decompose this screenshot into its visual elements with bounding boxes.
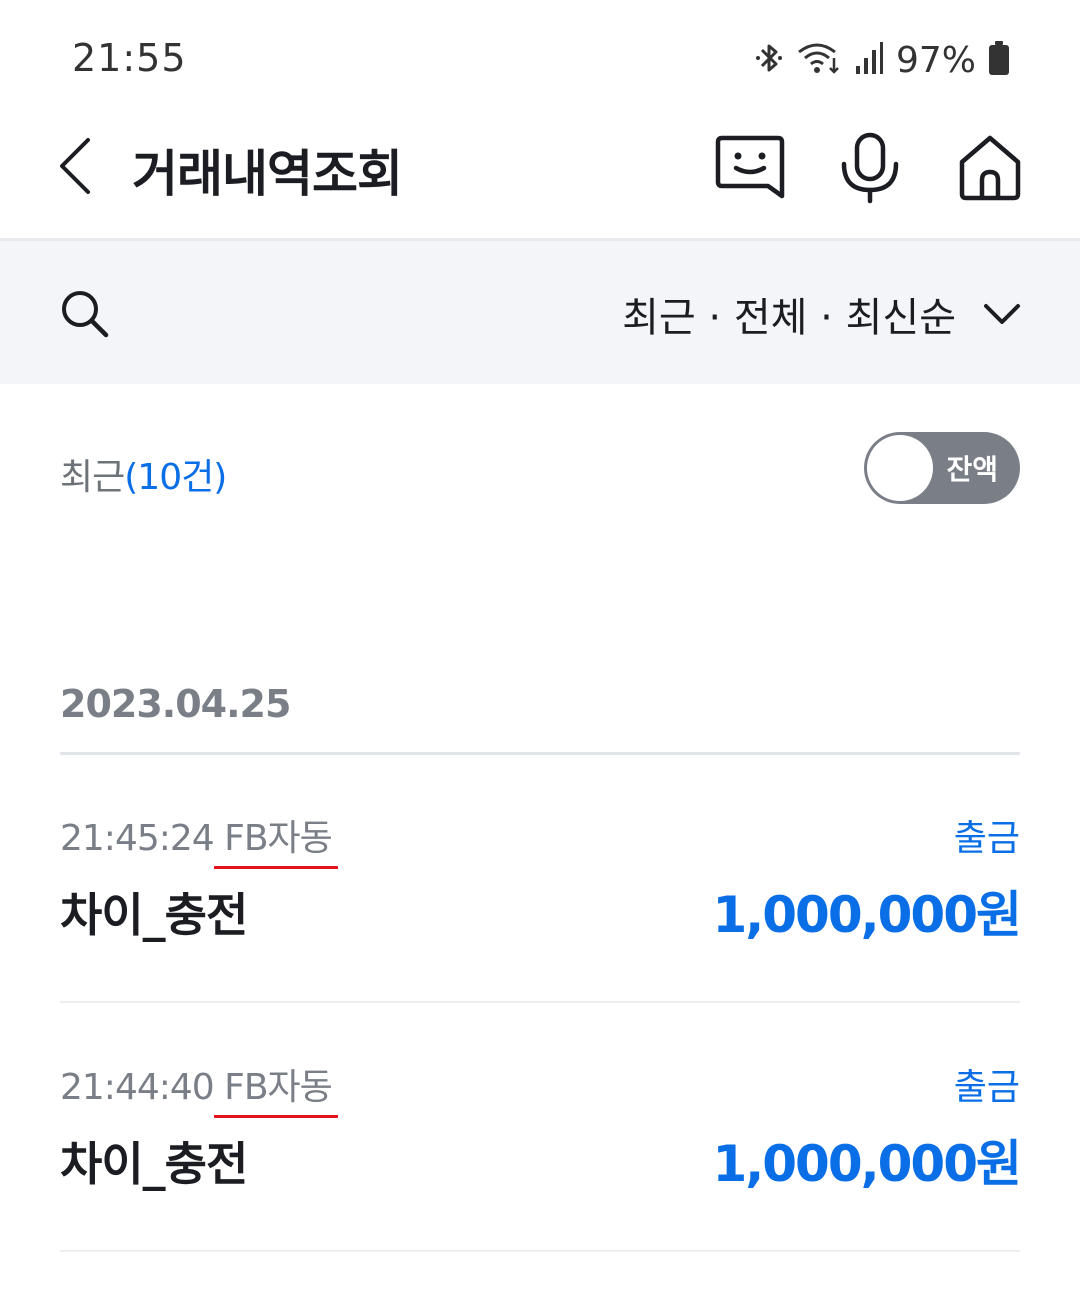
summary-count: (10건) (124, 457, 227, 498)
summary-label: 최근 (60, 457, 125, 498)
filter-label: 최근 · 전체 · 최신순 (622, 295, 956, 341)
back-icon (60, 138, 90, 194)
voice-button[interactable] (834, 132, 906, 204)
transaction-type: 출금 (953, 818, 1020, 859)
transaction-type: 출금 (953, 1067, 1020, 1108)
bluetooth-icon (754, 40, 784, 80)
chatbot-icon (715, 135, 785, 199)
divider (60, 1250, 1020, 1252)
transaction-time: 21:44:40 (60, 1067, 215, 1108)
transaction-meta: 21:45:24 FB자동 (60, 809, 338, 869)
transaction-channel-text: FB자동 (224, 818, 333, 859)
chatbot-button[interactable] (714, 132, 786, 204)
screen: 21:55 97% 거래내역조회 최근 · 전체 · 최신순 최근(10건) 잔… (0, 0, 1080, 1312)
transaction-row[interactable]: 21:45:24 FB자동 출금 차이_충전 1,000,000원 (60, 755, 1022, 1003)
home-icon (959, 135, 1021, 201)
transaction-amount: 1,000,000원 (712, 886, 1022, 944)
summary-row: 최근(10건) 잔액 (60, 432, 1020, 506)
transaction-channel: FB자동 (214, 818, 338, 869)
wifi-icon (796, 40, 842, 80)
transaction-meta: 21:44:40 FB자동 (60, 1058, 338, 1118)
transaction-row[interactable]: 21:44:40 FB자동 출금 차이_충전 1,000,000원 (60, 1004, 1022, 1252)
filter-bar: 최근 · 전체 · 최신순 (0, 241, 1080, 384)
signal-icon (854, 40, 884, 80)
battery-icon (988, 40, 1010, 80)
page-title: 거래내역조회 (132, 145, 403, 203)
divider (60, 1001, 1020, 1003)
transaction-channel: FB자동 (214, 1067, 338, 1118)
search-icon (62, 291, 109, 338)
home-button[interactable] (954, 132, 1026, 204)
status-bar: 21:55 97% (0, 0, 1080, 112)
balance-toggle[interactable]: 잔액 (864, 432, 1020, 504)
chevron-down-icon (984, 304, 1020, 324)
transaction-channel-text: FB자동 (224, 1067, 333, 1108)
filter-dropdown[interactable]: 최근 · 전체 · 최신순 (622, 287, 1022, 341)
status-icons: 97% (754, 38, 1010, 82)
annotation-underline (214, 866, 338, 869)
search-button[interactable] (58, 287, 112, 341)
balance-toggle-label: 잔액 (946, 453, 998, 486)
back-button[interactable] (52, 136, 100, 196)
transaction-name: 차이_충전 (60, 888, 248, 942)
battery-percentage: 97% (895, 39, 976, 81)
transaction-time: 21:45:24 (60, 818, 215, 859)
balance-toggle-knob (867, 435, 933, 501)
transaction-amount: 1,000,000원 (712, 1135, 1022, 1193)
microphone-icon (841, 132, 899, 204)
transaction-name: 차이_충전 (60, 1137, 248, 1191)
status-time: 21:55 (72, 36, 187, 80)
summary-text: 최근(10건) (60, 448, 227, 500)
date-header: 2023.04.25 (60, 682, 291, 726)
app-header: 거래내역조회 (0, 112, 1080, 241)
annotation-underline (214, 1115, 338, 1118)
